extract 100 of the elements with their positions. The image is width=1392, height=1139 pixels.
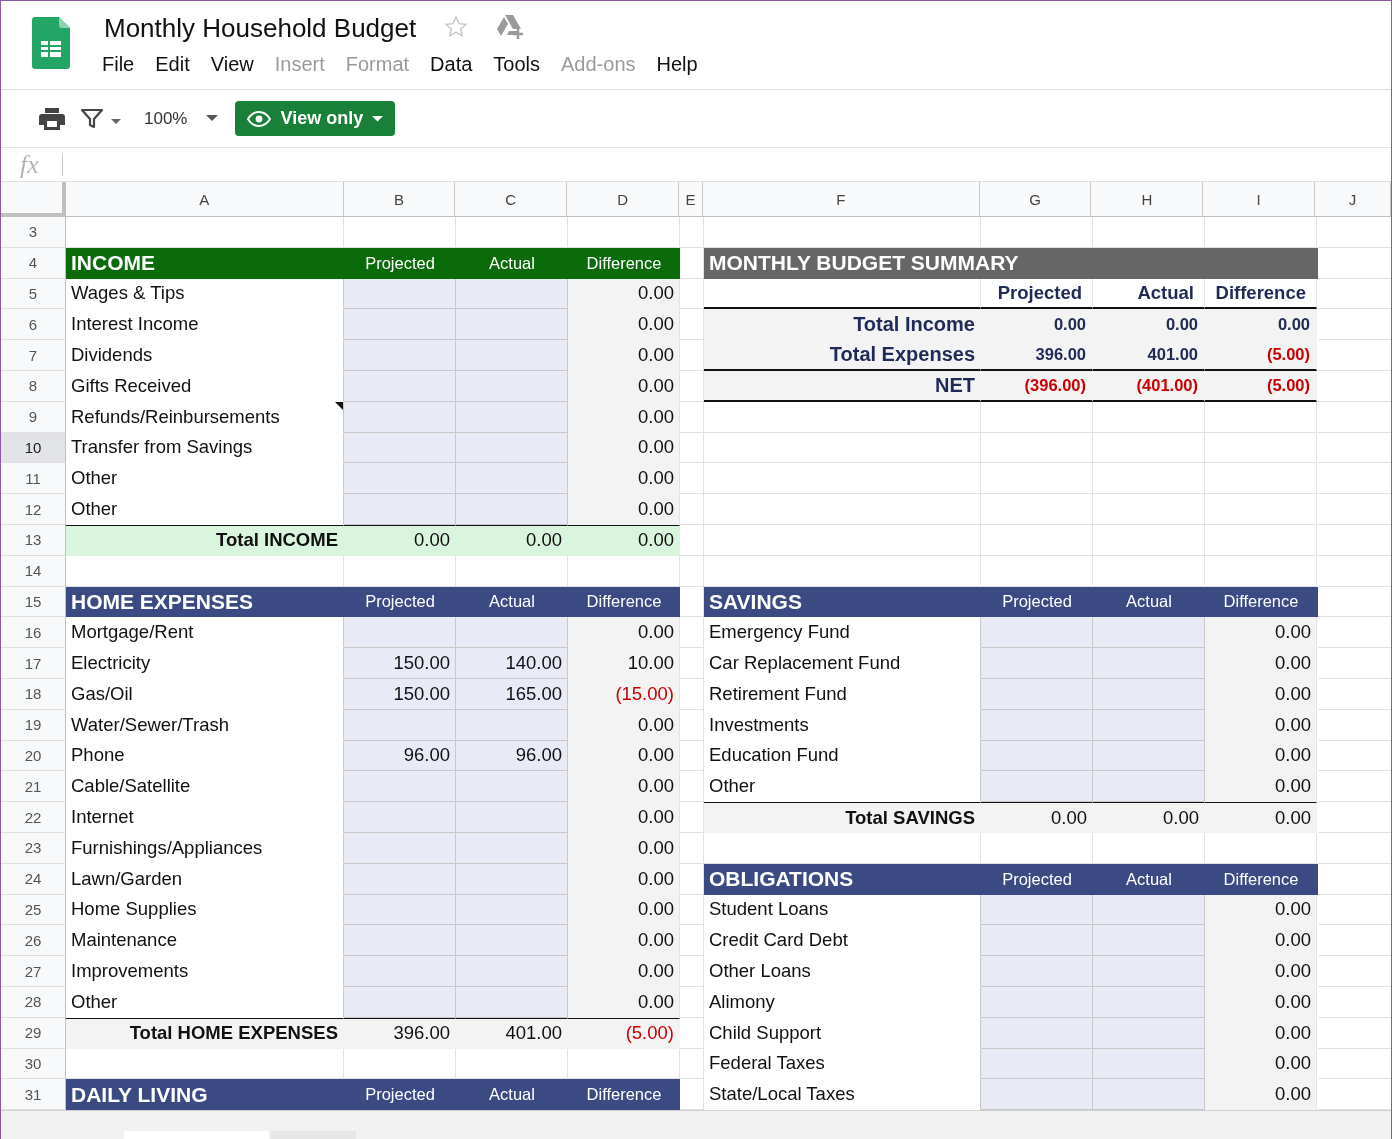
empty-cell[interactable]	[680, 432, 704, 464]
column-header[interactable]: D	[567, 182, 680, 216]
amount-cell[interactable]: (5.00)	[1205, 340, 1317, 371]
column-header[interactable]: C	[455, 182, 568, 216]
amount-cell[interactable]: 0.00	[1205, 617, 1317, 649]
amount-cell[interactable]: 0.00	[568, 740, 680, 772]
input-cell[interactable]	[1093, 648, 1205, 679]
row-label[interactable]: Lawn/Garden	[66, 863, 344, 895]
input-cell[interactable]	[1093, 925, 1205, 957]
empty-cell[interactable]	[704, 524, 981, 556]
empty-cell[interactable]	[981, 217, 1093, 248]
amount-cell[interactable]: 0.00	[1205, 894, 1317, 926]
amount-cell[interactable]: 0.00	[568, 463, 680, 495]
empty-cell[interactable]	[568, 555, 680, 587]
input-cell[interactable]	[344, 986, 456, 1018]
amount-cell[interactable]: 0.00	[568, 524, 680, 556]
print-icon[interactable]	[39, 107, 65, 130]
empty-cell[interactable]	[680, 278, 704, 310]
empty-cell[interactable]	[680, 648, 704, 679]
empty-cell[interactable]	[1093, 217, 1205, 248]
empty-cell[interactable]	[680, 617, 704, 649]
row-header[interactable]: 8	[1, 371, 66, 402]
input-cell[interactable]	[1093, 956, 1205, 987]
input-cell[interactable]	[1093, 709, 1205, 741]
empty-cell[interactable]	[680, 463, 704, 495]
row-header[interactable]: 9	[1, 401, 66, 433]
row-header[interactable]: 12	[1, 494, 66, 525]
row-label[interactable]: Cable/Satellite	[66, 771, 344, 803]
input-cell[interactable]	[1093, 1048, 1205, 1080]
row-header[interactable]: 17	[1, 648, 66, 679]
column-header[interactable]: E	[679, 182, 703, 216]
amount-cell[interactable]: 0.00	[568, 832, 680, 864]
input-cell[interactable]	[456, 832, 568, 864]
row-label[interactable]: Wages & Tips	[66, 278, 344, 310]
empty-cell[interactable]	[680, 494, 704, 525]
row-label[interactable]: Water/Sewer/Trash	[66, 709, 344, 741]
empty-cell[interactable]	[1205, 463, 1317, 495]
row-header[interactable]: 26	[1, 925, 66, 957]
select-all-corner[interactable]	[1, 182, 66, 216]
input-cell[interactable]	[344, 802, 456, 833]
empty-cell[interactable]	[680, 678, 704, 710]
input-cell[interactable]	[1093, 678, 1205, 710]
input-cell[interactable]	[456, 494, 568, 525]
amount-cell[interactable]: 401.00	[1093, 340, 1205, 371]
empty-cell[interactable]	[680, 401, 704, 433]
empty-cell[interactable]	[704, 217, 981, 248]
empty-cell[interactable]	[981, 401, 1093, 433]
input-cell[interactable]	[456, 401, 568, 433]
amount-cell[interactable]: 0.00	[1205, 309, 1317, 341]
drive-icon[interactable]	[496, 14, 525, 40]
empty-cell[interactable]	[1093, 494, 1205, 525]
amount-cell[interactable]: 0.00	[1205, 678, 1317, 710]
caret-icon[interactable]	[206, 115, 219, 122]
document-title[interactable]: Monthly Household Budget	[104, 12, 417, 44]
filter-icon[interactable]	[81, 108, 103, 129]
row-label[interactable]: Maintenance	[66, 925, 344, 957]
menu-item[interactable]: File	[102, 53, 135, 76]
row-header[interactable]: 27	[1, 956, 66, 987]
input-cell[interactable]	[344, 894, 456, 926]
empty-cell[interactable]	[680, 832, 704, 864]
input-cell[interactable]	[981, 1079, 1093, 1111]
input-cell[interactable]	[456, 863, 568, 895]
amount-cell[interactable]: 0.00	[568, 802, 680, 833]
row-header[interactable]: 29	[1, 1017, 66, 1049]
input-cell[interactable]	[344, 463, 456, 495]
input-cell[interactable]	[456, 802, 568, 833]
row-label[interactable]: Retirement Fund	[704, 678, 981, 710]
amount-cell[interactable]: 0.00	[1205, 771, 1317, 803]
input-cell[interactable]	[981, 925, 1093, 957]
row-label[interactable]: Other	[66, 463, 344, 495]
row-header[interactable]: 21	[1, 771, 66, 803]
input-cell[interactable]	[344, 432, 456, 464]
row-header[interactable]: 7	[1, 340, 66, 371]
row-label[interactable]: Dividends	[66, 340, 344, 371]
amount-cell[interactable]: 165.00	[456, 678, 568, 710]
amount-cell[interactable]: 0.00	[568, 309, 680, 341]
empty-cell[interactable]	[704, 401, 981, 433]
amount-cell[interactable]: 150.00	[344, 678, 456, 710]
input-cell[interactable]	[456, 709, 568, 741]
empty-cell[interactable]	[1093, 401, 1205, 433]
row-header[interactable]: 31	[1, 1079, 66, 1111]
amount-cell[interactable]: 140.00	[456, 648, 568, 679]
amount-cell[interactable]: 0.00	[981, 802, 1093, 833]
input-cell[interactable]	[981, 709, 1093, 741]
amount-cell[interactable]: 0.00	[1205, 802, 1317, 833]
input-cell[interactable]	[981, 986, 1093, 1018]
amount-cell[interactable]: 0.00	[568, 956, 680, 987]
column-header[interactable]: B	[343, 182, 456, 216]
view-only-button[interactable]: View only	[235, 101, 396, 136]
empty-cell[interactable]	[981, 524, 1093, 556]
row-label[interactable]: Furnishings/Appliances	[66, 832, 344, 864]
amount-cell[interactable]: 396.00	[344, 1017, 456, 1049]
amount-cell[interactable]: (5.00)	[1205, 371, 1317, 402]
row-label[interactable]: Education Fund	[704, 740, 981, 772]
empty-cell[interactable]	[704, 494, 981, 525]
row-label[interactable]: Electricity	[66, 648, 344, 679]
star-icon[interactable]	[444, 15, 469, 39]
amount-cell[interactable]: 0.00	[568, 278, 680, 310]
spreadsheet-logo-icon[interactable]	[32, 17, 70, 69]
empty-cell[interactable]	[1093, 832, 1205, 864]
